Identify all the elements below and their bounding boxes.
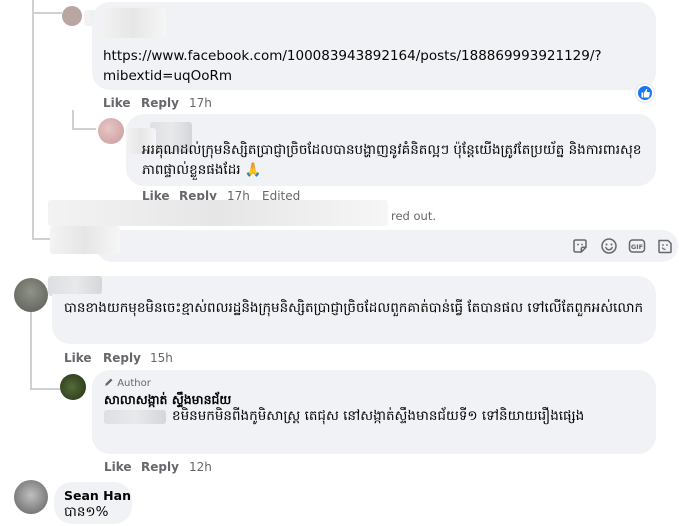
reply-composer[interactable]	[96, 230, 678, 262]
blurred-notice-block	[48, 200, 388, 226]
blurred-name-overlay	[100, 8, 166, 38]
timestamp[interactable]: 12h	[189, 459, 212, 475]
emoji-sticker-icon[interactable]	[570, 236, 590, 256]
thread-line-three-branch	[30, 388, 60, 390]
sean-comment-text: បាន១%	[64, 504, 109, 520]
like-reaction-icon[interactable]	[636, 84, 654, 102]
thread-line-outer	[32, 0, 34, 240]
thread-line-branch	[32, 238, 50, 240]
avatar[interactable]	[98, 118, 124, 144]
reply-button[interactable]: Reply	[103, 350, 141, 366]
comment-link-text[interactable]: https://www.facebook.com/100083943892164…	[103, 46, 603, 86]
sticker-icon[interactable]	[655, 236, 675, 256]
author-badge-label: Author	[117, 378, 151, 389]
comment-three-text: បានខាងយកមុខមិនចេះខ្មាស់ពលរដ្ឋនិងក្រុមនិស…	[64, 300, 644, 316]
avatar[interactable]	[60, 374, 86, 400]
blurred-composer-avatar	[50, 226, 120, 254]
reply-button[interactable]: Reply	[141, 459, 179, 475]
gif-icon[interactable]: GIF	[627, 236, 647, 256]
author-reply-actions: Like Reply 12h	[104, 459, 234, 475]
thread-line-inner-branch	[72, 128, 96, 130]
avatar[interactable]	[14, 278, 48, 312]
comment-three-actions: Like Reply 15h	[64, 350, 194, 366]
timestamp[interactable]: 15h	[150, 350, 173, 366]
smile-icon[interactable]	[599, 236, 619, 256]
avatar[interactable]	[62, 6, 82, 26]
author-reply-text: ខមិនមកមិនពីងកូមិសាស្ត្រ តេជុស នៅសង្កាត់ស…	[172, 408, 585, 424]
author-badge: Author	[104, 377, 151, 391]
svg-text:GIF: GIF	[631, 243, 643, 251]
thread-line-link	[32, 12, 62, 14]
thread-line-inner	[72, 110, 74, 130]
comment-thanks-text: អរគុណដល់ក្រុមនិស្សិតប្រាជ្ញាច្រិចដែលបានប…	[142, 142, 642, 178]
reply-button[interactable]: Reply	[141, 95, 179, 111]
avatar[interactable]	[14, 480, 48, 514]
link-comment-actions: Like Reply 17h	[103, 95, 223, 111]
pen-icon	[104, 377, 114, 387]
thread-line-three	[30, 312, 32, 390]
like-button[interactable]: Like	[64, 350, 92, 366]
blurred-name-overlay	[50, 276, 102, 294]
blurred-notice-text: red out.	[391, 209, 436, 223]
like-button[interactable]: Like	[103, 95, 131, 111]
timestamp[interactable]: 17h	[189, 95, 212, 111]
like-button[interactable]: Like	[104, 459, 132, 475]
